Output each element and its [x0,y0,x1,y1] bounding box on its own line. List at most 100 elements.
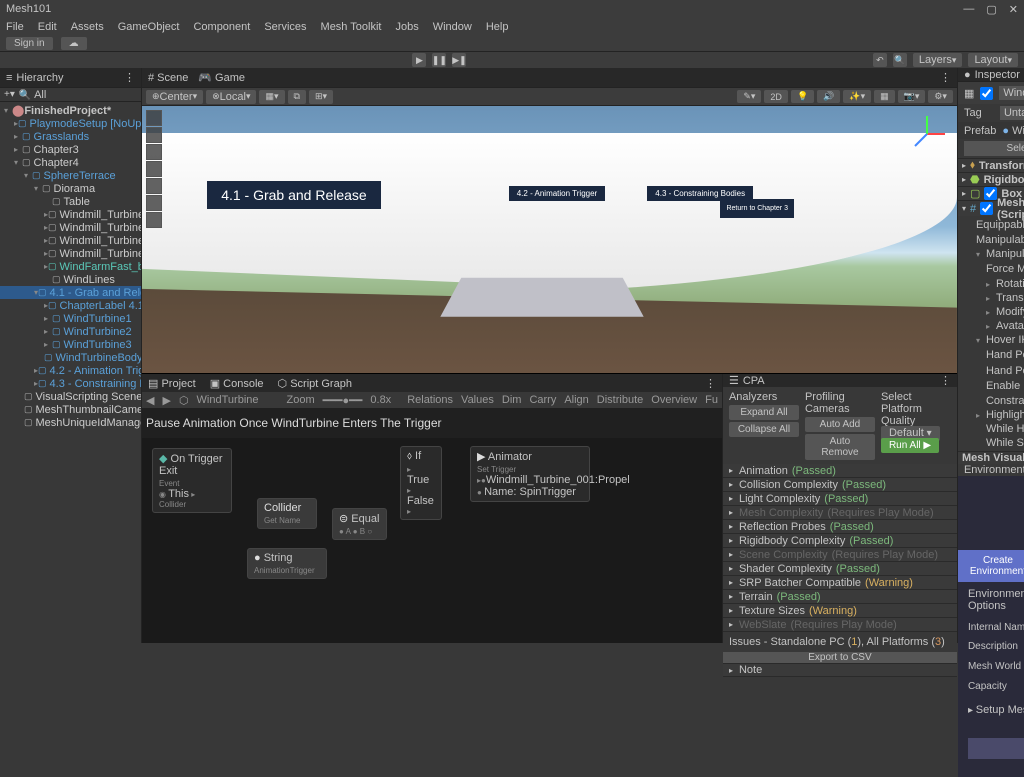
prefab-select-button[interactable]: Select [964,141,1024,156]
runall-button[interactable]: Run All ▶ [881,438,939,453]
menu-component[interactable]: Component [193,21,250,33]
cpa-row[interactable]: ▸Rigidbody Complexity (Passed) [723,534,957,548]
audio-icon[interactable]: 🔊 [817,90,840,103]
hierarchy-item[interactable]: ▸▢Windmill_Turbine_001 [0,208,141,221]
hierarchy-item[interactable]: ▸▢WindFarmFast_boat [0,260,141,273]
gizmo-icon[interactable]: ⚙▾ [928,90,953,103]
draw-icon[interactable]: ✎▾ [737,90,761,103]
space-toggle[interactable]: ⊗Local▾ [206,90,256,104]
create-env-tab[interactable]: Create Environment [958,550,1024,582]
hierarchy-item[interactable]: ▸▢WindTurbine2 [0,325,141,338]
rotate-tool[interactable] [146,144,162,160]
close-icon[interactable]: ✕ [1009,3,1018,16]
fx-icon[interactable]: ✨▾ [843,90,871,103]
hierarchy-item[interactable]: ▸▢4.3 - Constraining Bodie [0,377,141,390]
cloud-button[interactable]: ☁ [61,37,87,50]
collapse-all-button[interactable]: Collapse All [729,422,799,437]
menu-meshtoolkit[interactable]: Mesh Toolkit [321,21,382,33]
cpa-row[interactable]: ▸Shader Complexity (Passed) [723,562,957,576]
note-row[interactable]: ▸Note [723,664,957,677]
object-name-field[interactable]: WindTurbine1 [999,86,1024,100]
node-if[interactable]: ⬨ If ▸ True ▸ False ▸ [400,446,442,520]
environments-tab[interactable]: Environments [958,464,1024,476]
scene-tab[interactable]: # Scene [148,72,188,84]
hierarchy-item[interactable]: ▾▢Diorama [0,182,141,195]
cpa-row[interactable]: ▸Reflection Probes (Passed) [723,520,957,534]
rigidbody-component[interactable]: ▸⬣ Rigidbody❔ ⋮ [958,172,1024,186]
meshinteractable-component[interactable]: ▾# Mesh Interactable Properties (Script)… [958,200,1024,216]
hierarchy-item[interactable]: ▸▢Windmill_Turbine_001 [0,247,141,260]
hierarchy-item[interactable]: ▢WindLines [0,273,141,286]
search-hierarchy[interactable]: 🔍 All [19,89,46,101]
move-tool[interactable] [146,127,162,143]
cpa-row[interactable]: ▸Scene Complexity (Requires Play Mode) [723,548,957,562]
cpa-row[interactable]: ▸Light Complexity (Passed) [723,492,957,506]
console-tab[interactable]: ▣ Console [210,377,264,390]
node-string[interactable]: ● String AnimationTrigger [247,548,327,579]
scriptgraph-tab[interactable]: ⬡ Script Graph [278,377,352,390]
export-csv-button[interactable]: Export to CSV [723,652,957,664]
menu-help[interactable]: Help [486,21,509,33]
breadcrumb[interactable]: WindTurbine [197,394,259,406]
project-tab[interactable]: ▤ Project [148,377,196,390]
cpa-row[interactable]: ▸Terrain (Passed) [723,590,957,604]
rect-tool[interactable] [146,178,162,194]
minimize-icon[interactable]: — [963,3,974,16]
layers-dropdown[interactable]: Layers ▾ [913,53,963,67]
menu-services[interactable]: Services [264,21,306,33]
expand-all-button[interactable]: Expand All [729,405,799,420]
menu-assets[interactable]: Assets [71,21,104,33]
diagnostics-header[interactable]: Mesh Visual Scripting Diagnostics [958,451,1024,464]
create-asset-button[interactable]: Create Asset [968,738,1024,759]
hand-tool[interactable] [146,110,162,126]
hierarchy-item[interactable]: ▸▢Grasslands [0,130,141,143]
hierarchy-item[interactable]: ▢Table [0,195,141,208]
hierarchy-item[interactable]: ▢MeshThumbnailCamera [0,403,141,416]
cpa-row[interactable]: ▸Texture Sizes (Warning) [723,604,957,618]
graph-canvas[interactable]: ◆ On Trigger Exit Event ◉ This ▸ Collide… [142,438,722,643]
grid-icon[interactable]: ▦▾ [259,90,284,104]
hierarchy-item[interactable]: ▢WindTurbineBody [0,351,141,364]
play-button[interactable]: ▶ [412,53,426,67]
undo-icon[interactable]: ↶ [873,53,887,67]
hierarchy-item[interactable]: ▸▢WindTurbine3 [0,338,141,351]
orientation-gizmo[interactable] [907,114,947,154]
cpa-row[interactable]: ▸WebSlate (Requires Play Mode) [723,618,957,632]
hierarchy-item[interactable]: ▸▢PlaymodeSetup [NoUpl [0,117,141,130]
graph-fwd[interactable]: ▶ [162,394,170,407]
cpa-tab[interactable]: ☰ CPA⋮ [723,374,957,387]
tag-dropdown[interactable]: Untagged ▾ [1000,106,1024,120]
scale-tool[interactable] [146,161,162,177]
transform-component[interactable]: ▸⬧ Transform❔ ⇄ ⋮ [958,158,1024,172]
hierarchy-item[interactable]: ▢MeshUniqueIdManager [0,416,141,429]
2d-toggle[interactable]: 2D [764,90,788,103]
node-equal[interactable]: ⊜ Equal ● A ● B ○ [332,508,387,540]
menu-window[interactable]: Window [433,21,472,33]
hierarchy-item[interactable]: ▸▢4.2 - Animation Trigger [0,364,141,377]
hierarchy-item[interactable]: ▸▢Windmill_Turbine_001 [0,234,141,247]
menu-gameobject[interactable]: GameObject [118,21,180,33]
hierarchy-item[interactable]: ▾▢Chapter4 [0,156,141,169]
cam-icon[interactable]: 📷▾ [898,90,926,103]
autoadd-button[interactable]: Auto Add [805,417,875,432]
cpa-row[interactable]: ▸SRP Batcher Compatible (Warning) [723,576,957,590]
pivot-toggle[interactable]: ⊕Center▾ [146,90,203,104]
game-tab[interactable]: 🎮 Game [198,71,245,84]
cpa-row[interactable]: ▸Animation (Passed) [723,464,957,478]
search-icon[interactable]: 🔍 [893,53,907,67]
hierarchy-item[interactable]: ▢VisualScripting SceneVariab [0,390,141,403]
signin-button[interactable]: Sign in [6,37,53,50]
menu-edit[interactable]: Edit [38,21,57,33]
layout-dropdown[interactable]: Layout ▾ [968,53,1018,67]
hierarchy-item[interactable]: ▸▢ChapterLabel 4.1 [0,299,141,312]
view-icon[interactable]: ▦ [874,90,895,103]
pause-button[interactable]: ❚❚ [432,53,446,67]
maximize-icon[interactable]: ▢ [986,3,996,16]
snap-icon[interactable]: ⧉ [288,90,306,104]
step-button[interactable]: ▶❚ [452,53,466,67]
node-collider[interactable]: Collider Get Name [257,498,317,529]
light-icon[interactable]: 💡 [791,90,814,103]
autorem-button[interactable]: Auto Remove [805,434,875,460]
add-button[interactable]: +▾ [4,89,15,100]
menu-jobs[interactable]: Jobs [395,21,418,33]
